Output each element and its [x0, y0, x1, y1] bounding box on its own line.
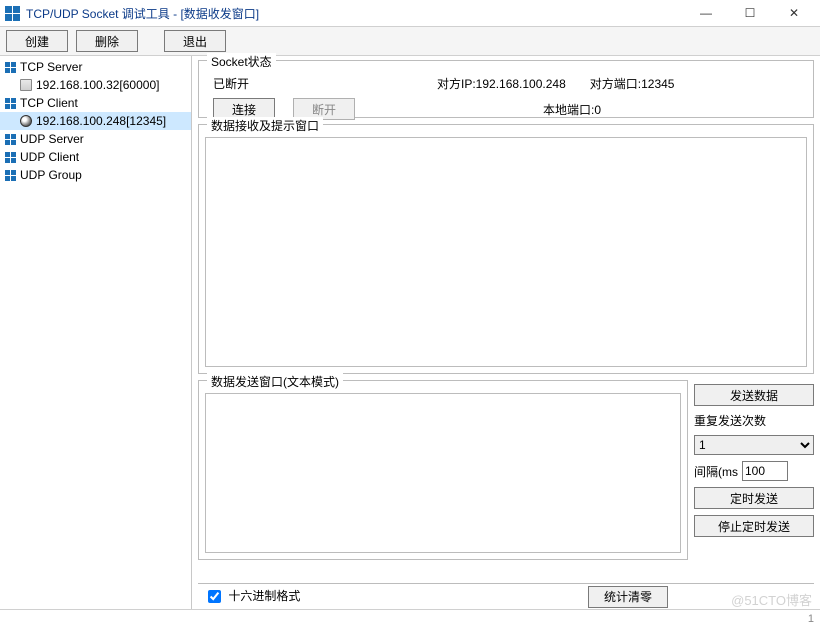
repeat-count-select[interactable]: 1: [694, 435, 814, 455]
local-port-label: 本地端口:0: [543, 101, 601, 118]
titlebar: TCP/UDP Socket 调试工具 - [数据收发窗口] — ☐ ✕: [0, 0, 820, 26]
exit-button[interactable]: 退出: [164, 30, 226, 52]
hex-format-input[interactable]: [208, 590, 221, 603]
server-icon: [4, 133, 16, 145]
clear-stats-button[interactable]: 统计清零: [588, 586, 668, 608]
group-caption: 数据发送窗口(文本模式): [207, 373, 343, 390]
stop-timed-send-button[interactable]: 停止定时发送: [694, 515, 814, 537]
endpoint-icon: [20, 115, 32, 127]
send-group: 数据发送窗口(文本模式): [198, 380, 688, 560]
peer-ip-label: 对方IP:192.168.100.248: [437, 75, 566, 92]
receive-group: 数据接收及提示窗口: [198, 124, 814, 374]
status-value: 1: [808, 613, 814, 625]
timed-send-button[interactable]: 定时发送: [694, 487, 814, 509]
group-icon: [4, 169, 16, 181]
close-button[interactable]: ✕: [772, 0, 816, 26]
minimize-button[interactable]: —: [684, 0, 728, 26]
tree-tcp-server-endpoint[interactable]: 192.168.100.32[60000]: [0, 76, 191, 94]
tree-label: UDP Client: [20, 150, 79, 164]
toolbar: 创建 删除 退出: [0, 26, 820, 56]
statusbar: 1: [0, 609, 820, 627]
tree-label: 192.168.100.248[12345]: [36, 114, 166, 128]
tree-label: TCP Server: [20, 60, 82, 74]
group-caption: 数据接收及提示窗口: [207, 117, 323, 134]
connection-tree[interactable]: TCP Server 192.168.100.32[60000] TCP Cli…: [0, 56, 192, 609]
server-icon: [4, 61, 16, 73]
tree-udp-server[interactable]: UDP Server: [0, 130, 191, 148]
window-title: TCP/UDP Socket 调试工具 - [数据收发窗口]: [26, 5, 259, 22]
create-button[interactable]: 创建: [6, 30, 68, 52]
tree-udp-group[interactable]: UDP Group: [0, 166, 191, 184]
bottom-bar: 十六进制格式 统计清零: [198, 583, 814, 607]
repeat-count-label: 重复发送次数: [694, 412, 814, 429]
send-data-button[interactable]: 发送数据: [694, 384, 814, 406]
client-icon: [4, 97, 16, 109]
send-textarea[interactable]: [205, 393, 681, 553]
tree-label: UDP Server: [20, 132, 84, 146]
app-icon: [4, 5, 20, 21]
hex-format-checkbox[interactable]: 十六进制格式: [204, 587, 300, 606]
tree-tcp-client[interactable]: TCP Client: [0, 94, 191, 112]
receive-textarea[interactable]: [205, 137, 807, 367]
delete-button[interactable]: 删除: [76, 30, 138, 52]
tree-label: 192.168.100.32[60000]: [36, 78, 159, 92]
tree-udp-client[interactable]: UDP Client: [0, 148, 191, 166]
hex-format-label: 十六进制格式: [228, 589, 300, 603]
tree-tcp-client-endpoint[interactable]: 192.168.100.248[12345]: [0, 112, 191, 130]
maximize-button[interactable]: ☐: [728, 0, 772, 26]
peer-port-label: 对方端口:12345: [590, 75, 675, 92]
tree-tcp-server[interactable]: TCP Server: [0, 58, 191, 76]
host-icon: [20, 79, 32, 91]
interval-label: 间隔(ms: [694, 463, 738, 480]
tree-label: TCP Client: [20, 96, 78, 110]
socket-state-group: Socket状态 已断开 对方IP:192.168.100.248 对方端口:1…: [198, 60, 814, 118]
group-caption: Socket状态: [207, 53, 276, 70]
connection-status: 已断开: [213, 75, 283, 92]
client-icon: [4, 151, 16, 163]
tree-label: UDP Group: [20, 168, 82, 182]
send-control-panel: 发送数据 重复发送次数 1 间隔(ms 定时发送 停止定时发送: [694, 380, 814, 566]
interval-input[interactable]: [742, 461, 788, 481]
